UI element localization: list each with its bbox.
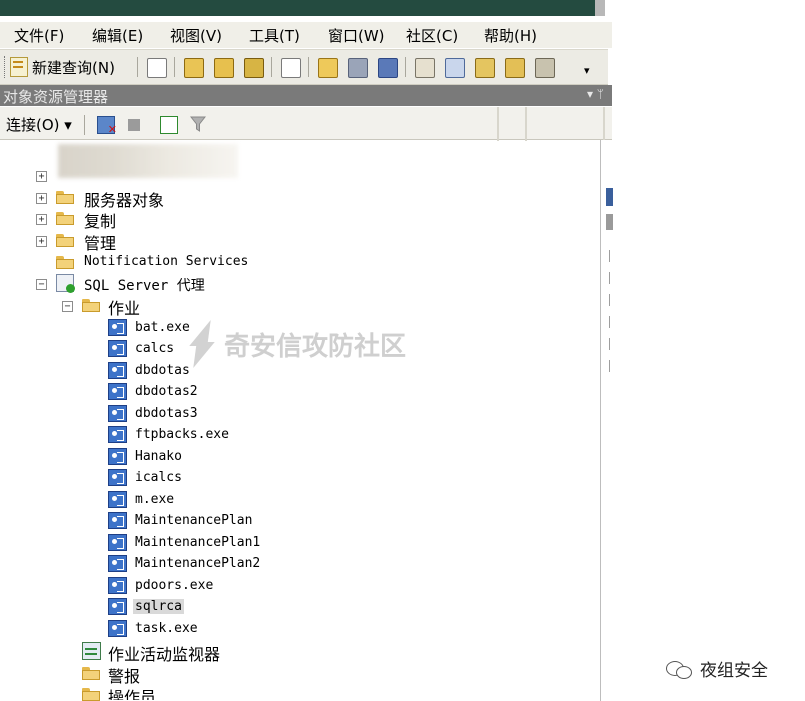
tree-node-jobs[interactable]: 作业 (108, 295, 140, 319)
folder-icon (56, 234, 74, 247)
expand-toggle[interactable]: + (36, 236, 47, 247)
menu-view[interactable]: 视图(V) (170, 25, 222, 46)
toolbar-overflow-icon[interactable]: ▾ (584, 64, 590, 77)
tree-node-sql-agent[interactable]: SQL Server 代理 (84, 275, 205, 295)
job-item[interactable]: dbdotas2 (135, 384, 198, 399)
job-item[interactable]: task.exe (135, 621, 198, 636)
job-item[interactable]: icalcs (135, 470, 182, 485)
job-icon (108, 577, 127, 594)
job-icon (108, 405, 127, 422)
dmx-query-icon[interactable] (214, 58, 234, 78)
tree-node-notification-services[interactable]: Notification Services (84, 254, 248, 269)
filter-icon[interactable] (189, 116, 207, 132)
folder-icon (82, 667, 100, 680)
solution-explorer-icon[interactable] (505, 58, 525, 78)
job-icon (108, 469, 127, 486)
tree-node-replication[interactable]: 复制 (84, 208, 116, 232)
sql-ce-query-icon[interactable] (281, 58, 301, 78)
bolt-icon (188, 320, 218, 368)
job-item[interactable]: MaintenancePlan2 (135, 556, 260, 571)
object-explorer-toolbar: 连接(O) ▾ ✕ (0, 107, 612, 140)
tree-node-activity-monitor[interactable]: 作业活动监视器 (108, 641, 220, 665)
job-item[interactable]: MaintenancePlan (135, 513, 252, 528)
job-icon (108, 534, 127, 551)
activity-monitor-icon (82, 642, 101, 660)
object-explorer-title: 对象资源管理器 (3, 88, 109, 106)
job-item[interactable]: m.exe (135, 492, 174, 507)
title-bar-strip (0, 0, 605, 16)
menu-bar: 文件(F) 编辑(E) 视图(V) 工具(T) 窗口(W) 社区(C) 帮助(H… (0, 22, 612, 48)
refresh-icon[interactable] (160, 116, 178, 134)
object-explorer-icon[interactable] (445, 58, 465, 78)
tree-node-management[interactable]: 管理 (84, 230, 116, 254)
wechat-signature: 夜组安全 (666, 656, 768, 681)
new-query-icon (10, 57, 28, 77)
connect-dropdown[interactable]: 连接(O) ▾ (6, 114, 72, 135)
job-item[interactable]: pdoors.exe (135, 578, 213, 593)
expand-toggle[interactable]: + (36, 171, 47, 182)
job-item[interactable]: ftpbacks.exe (135, 427, 229, 442)
job-icon (108, 620, 127, 637)
wechat-icon (666, 659, 694, 679)
job-item[interactable]: bat.exe (135, 320, 190, 335)
job-icon (108, 555, 127, 572)
save-all-icon[interactable] (378, 58, 398, 78)
job-icon (108, 362, 127, 379)
job-item[interactable]: calcs (135, 341, 174, 356)
job-icon (108, 426, 127, 443)
template-explorer-icon[interactable] (475, 58, 495, 78)
registered-servers-icon[interactable] (415, 58, 435, 78)
document-pane-edge (600, 140, 613, 701)
job-icon (108, 512, 127, 529)
job-item[interactable]: dbdotas3 (135, 406, 198, 421)
menu-community[interactable]: 社区(C) (406, 25, 458, 46)
disconnect-icon[interactable]: ✕ (97, 116, 117, 136)
job-icon (108, 491, 127, 508)
xmla-query-icon[interactable] (244, 58, 264, 78)
menu-tools[interactable]: 工具(T) (249, 25, 300, 46)
job-icon (108, 340, 127, 357)
expand-toggle[interactable]: + (36, 193, 47, 204)
object-explorer-tree: + + 服务器对象 + 复制 + 管理 Notification Service… (0, 144, 605, 701)
new-file-icon[interactable] (147, 58, 167, 78)
toolbar-grip[interactable] (4, 56, 8, 78)
expand-toggle[interactable]: + (36, 214, 47, 225)
collapse-toggle[interactable]: − (62, 301, 73, 312)
open-file-icon[interactable] (318, 58, 338, 78)
watermark: 奇安信攻防社区 (188, 320, 406, 368)
job-item-selected[interactable]: sqlrca (133, 599, 184, 614)
collapse-toggle[interactable]: − (36, 279, 47, 290)
folder-icon (56, 191, 74, 204)
menu-help[interactable]: 帮助(H) (484, 25, 537, 46)
object-explorer-header: 对象资源管理器 ▾ ᛘ (0, 85, 612, 106)
new-query-button[interactable]: 新建查询(N) (10, 55, 115, 79)
folder-icon (56, 212, 74, 225)
folder-open-icon (82, 299, 100, 312)
job-item[interactable]: Hanako (135, 449, 182, 464)
job-icon (108, 448, 127, 465)
job-item[interactable]: dbdotas (135, 363, 190, 378)
stop-icon[interactable] (128, 119, 140, 131)
job-icon (108, 319, 127, 336)
folder-icon (82, 688, 100, 701)
menu-window[interactable]: 窗口(W) (328, 25, 385, 46)
sql-agent-icon (56, 274, 75, 293)
job-icon (108, 598, 127, 615)
mdx-query-icon[interactable] (184, 58, 204, 78)
job-icon (108, 383, 127, 400)
standard-toolbar: 新建查询(N) ▾ (0, 49, 608, 85)
menu-file[interactable]: 文件(F) (14, 25, 64, 46)
save-icon[interactable] (348, 58, 368, 78)
properties-icon[interactable] (535, 58, 555, 78)
folder-icon (56, 256, 74, 269)
pin-icon[interactable]: ▾ ᛘ (587, 87, 604, 101)
tree-node-operators[interactable]: 操作员 (108, 684, 156, 700)
job-item[interactable]: MaintenancePlan1 (135, 535, 260, 550)
menu-edit[interactable]: 编辑(E) (92, 25, 143, 46)
